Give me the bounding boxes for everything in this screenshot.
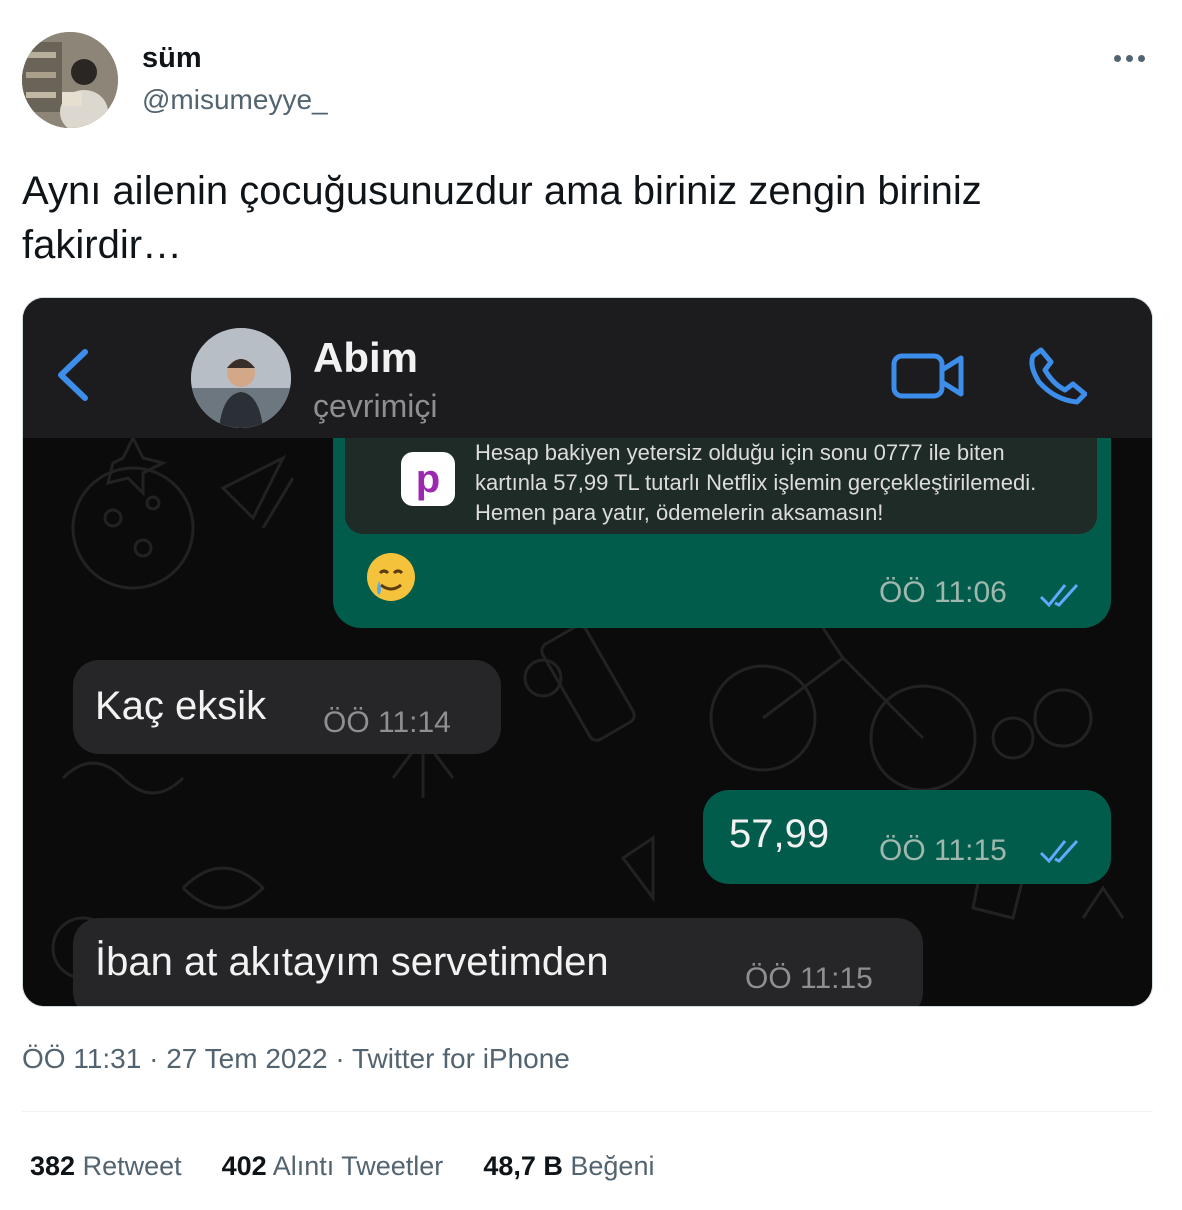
tweet-metadata: ÖÖ 11:31 · 27 Tem 2022 · Twitter for iPh… (22, 1043, 570, 1075)
author-handle[interactable]: @misumeyye_ (142, 84, 328, 116)
divider (22, 1111, 1153, 1112)
message-text: İban at akıtayım servetimden (95, 940, 609, 984)
quoted-notification-text: Hesap bakiyen yetersiz olduğu için sonu … (475, 440, 1037, 525)
read-receipt-icon (1039, 583, 1079, 608)
meta-separator: · (335, 1043, 345, 1074)
tweet-text: Aynı ailenin çocuğusunuzdur ama biriniz … (22, 169, 982, 267)
papara-app-icon: p (401, 452, 455, 506)
message-time: ÖÖ 11:14 (323, 706, 451, 739)
message-time: ÖÖ 11:15 (879, 834, 1007, 867)
tweet-source[interactable]: Twitter for iPhone (352, 1043, 570, 1074)
likes-stat[interactable]: 48,7 B Beğeni (483, 1151, 654, 1182)
read-receipt-icon (1039, 839, 1079, 864)
contact-avatar[interactable] (191, 328, 291, 428)
author-avatar[interactable] (22, 32, 118, 128)
contact-name[interactable]: Abim (313, 334, 418, 382)
retweets-label: Retweet (82, 1151, 182, 1181)
message-text: 57,99 (729, 812, 830, 856)
retweets-count: 382 (30, 1151, 76, 1181)
likes-label: Beğeni (570, 1151, 655, 1181)
message-text: Kaç eksik (95, 684, 267, 728)
message-time: ÖÖ 11:06 (879, 576, 1007, 609)
video-call-icon[interactable] (891, 350, 965, 402)
tweet-media-image[interactable]: p Hesap bakiyen yetersiz olduğu için son… (22, 297, 1153, 1007)
quotes-label: Alıntı Tweetler (272, 1151, 444, 1181)
tweet-stats: 382 Retweet 402 Alıntı Tweetler 48,7 B B… (30, 1151, 654, 1182)
phone-call-icon[interactable] (1027, 346, 1087, 406)
meta-separator: · (149, 1043, 159, 1074)
crying-smile-emoji-icon (365, 551, 417, 608)
quotes-count: 402 (221, 1151, 267, 1181)
quote-tweets-stat[interactable]: 402 Alıntı Tweetler (222, 1151, 444, 1182)
contact-status: çevrimiçi (313, 388, 438, 424)
more-options-icon[interactable] (1114, 46, 1154, 70)
likes-count: 48,7 B (483, 1151, 563, 1181)
author-display-name[interactable]: süm (142, 42, 202, 75)
tweet-timestamp[interactable]: ÖÖ 11:31 (22, 1043, 141, 1074)
back-chevron-icon[interactable] (53, 348, 93, 402)
tweet-date[interactable]: 27 Tem 2022 (166, 1043, 327, 1074)
chat-header: Abim çevrimiçi (23, 298, 1152, 438)
message-time: ÖÖ 11:15 (745, 962, 873, 995)
retweets-stat[interactable]: 382 Retweet (30, 1151, 182, 1182)
quoted-notification[interactable]: p Hesap bakiyen yetersiz olduğu için son… (345, 438, 1097, 534)
